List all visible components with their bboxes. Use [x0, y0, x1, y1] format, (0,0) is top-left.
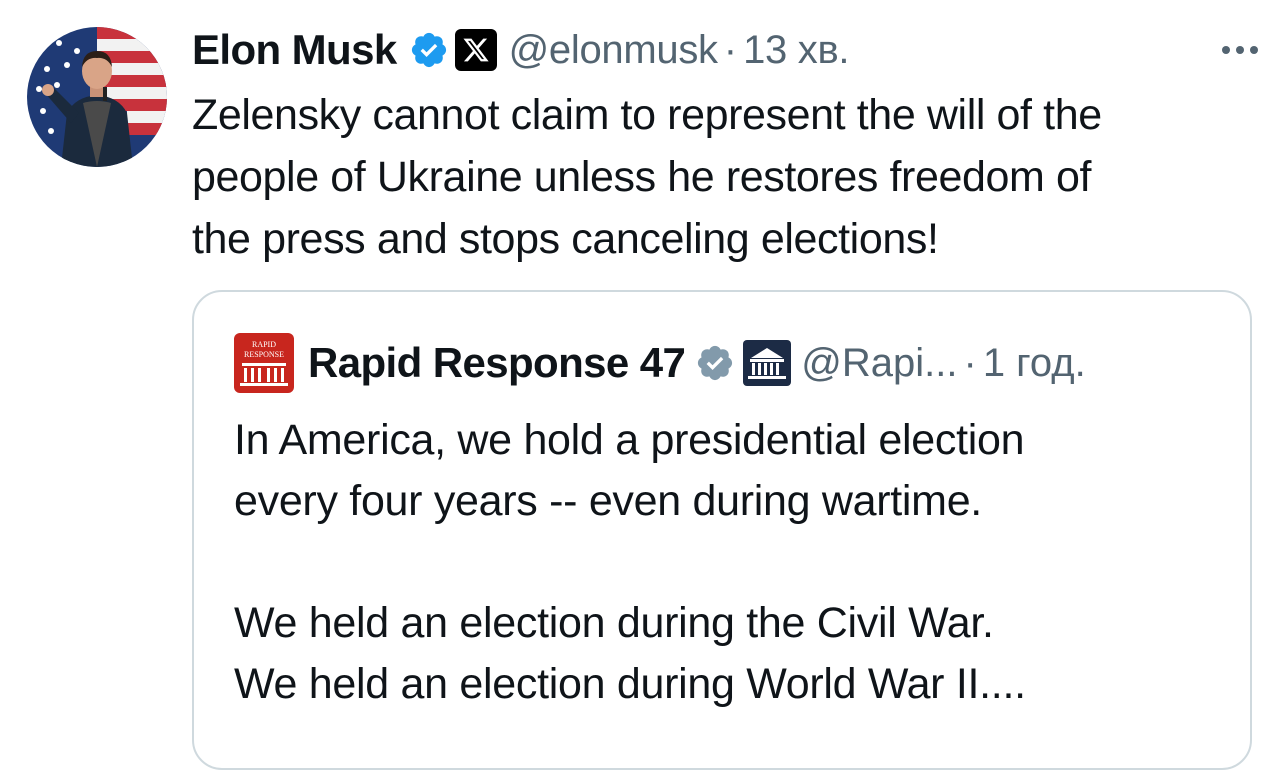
quoted-text-line: every four years -- even during wartime.: [234, 477, 982, 525]
quoted-tweet-text: In America, we hold a presidential elect…: [234, 410, 1234, 715]
white-house-icon[interactable]: [743, 340, 792, 386]
quoted-author-name[interactable]: Rapid Response 47: [308, 339, 686, 387]
quoted-text-line: We held an election during the Civil War…: [234, 599, 994, 647]
quoted-text-line: We held an election during World War II.…: [234, 660, 1026, 708]
logo-text-line: RAPID: [252, 340, 276, 349]
logo-text-line: RESPONSE: [244, 350, 284, 359]
rapid-response-logo[interactable]: RAPID RESPONSE: [234, 333, 294, 393]
tweet-text-line: the press and stops canceling elections!: [192, 215, 939, 263]
author-handle[interactable]: @elonmusk: [509, 28, 718, 73]
quoted-author-handle[interactable]: @Rapi...: [801, 341, 957, 386]
avatar-image: [27, 27, 167, 167]
more-dots-icon[interactable]: [1218, 30, 1262, 70]
tweet-text-line: Zelensky cannot claim to represent the w…: [192, 91, 1102, 139]
author-avatar[interactable]: [27, 27, 167, 167]
tweet-text: Zelensky cannot claim to represent the w…: [192, 84, 1267, 270]
quoted-tweet-timestamp[interactable]: 1 год.: [983, 341, 1086, 386]
gray-verified-badge-icon[interactable]: [695, 343, 735, 383]
tweet-timestamp[interactable]: 13 хв.: [743, 28, 849, 73]
verified-badge-icon[interactable]: [409, 30, 449, 70]
quoted-tweet-header: RAPID RESPONSE Rapid Response 47 @Rapi..…: [234, 332, 1234, 394]
tweet-header: Elon Musk @elonmusk · 13 хв.: [192, 24, 1262, 76]
author-name[interactable]: Elon Musk: [192, 26, 397, 74]
x-logo-icon[interactable]: [454, 29, 497, 71]
dot-separator: ·: [963, 340, 977, 385]
tweet-text-line: people of Ukraine unless he restores fre…: [192, 153, 1092, 201]
quoted-text-line: In America, we hold a presidential elect…: [234, 416, 1025, 464]
dot-separator: ·: [723, 27, 738, 72]
quoted-tweet-card[interactable]: RAPID RESPONSE Rapid Response 47 @Rapi..…: [192, 290, 1252, 770]
